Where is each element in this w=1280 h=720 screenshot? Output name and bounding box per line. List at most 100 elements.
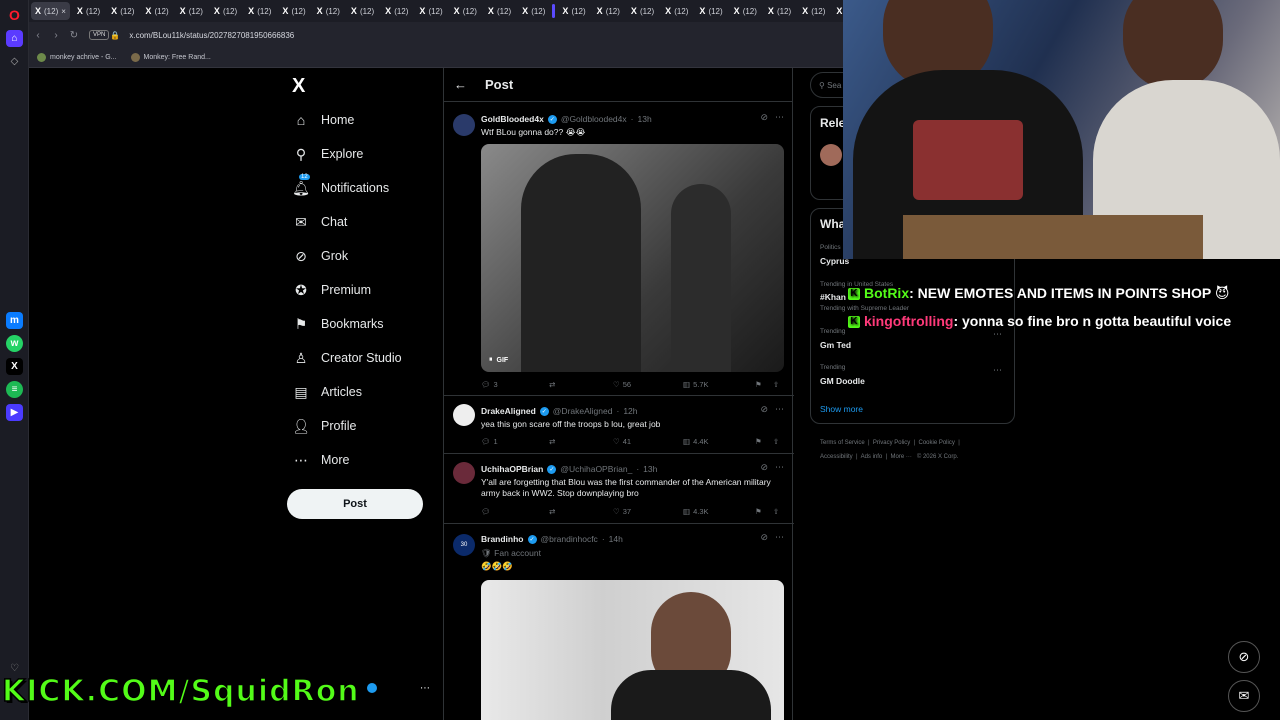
grok-float-button[interactable]: ⊘ [1228,641,1260,673]
like-button[interactable]: ♡ 41 [613,437,683,446]
opera-logo-icon[interactable]: O [6,6,23,23]
browser-tab[interactable]: X(12) [415,2,446,20]
timestamp[interactable]: 12h [623,406,637,416]
grok-icon[interactable]: ⊘ [760,532,768,543]
reply-button[interactable]: 💬︎ 3 [481,380,549,389]
timestamp[interactable]: 14h [609,534,623,544]
browser-tab[interactable]: X(12) [73,2,104,20]
views-button[interactable]: ▥ 4.4K [683,437,755,446]
like-button[interactable]: ♡ 37 [613,507,683,516]
more-icon[interactable]: ⋯ [775,112,784,123]
author-name[interactable]: UchihaOPBrian [481,464,543,474]
nav-grok[interactable]: ⊘ Grok [292,245,348,267]
messages-float-button[interactable]: ✉ [1228,680,1260,712]
author-handle[interactable]: @Goldblooded4x [561,114,627,124]
nav-explore[interactable]: ⚲ Explore [292,143,364,165]
avatar[interactable] [453,404,475,426]
browser-tab[interactable]: X(12) [627,2,658,20]
like-button[interactable]: ♡ 56 [613,380,683,389]
author-handle[interactable]: @DrakeAligned [553,406,613,416]
tweet-gif[interactable]: ⏸ GIF [481,144,784,372]
tweet[interactable]: DrakeAligned ✓ @DrakeAligned · 12h ⊘ ⋯ ye… [444,396,794,454]
browser-tab[interactable]: X(12) [244,2,275,20]
footer-link[interactable]: Privacy Policy [873,440,910,446]
avatar[interactable] [453,462,475,484]
tweet[interactable]: GoldBlooded4x ✓ @Goldblooded4x · 13h ⊘ ⋯ … [444,106,794,396]
share-button[interactable]: ⇧ [773,507,779,516]
footer-link[interactable]: Ads info [861,454,883,460]
more-icon[interactable]: ⋯ [775,404,784,415]
nav-profile[interactable]: 👤︎ Profile [292,415,356,437]
more-icon[interactable]: ⋯ [775,532,784,543]
tweet-video[interactable] [481,580,784,720]
show-more-link[interactable]: Show more [820,404,863,414]
author-handle[interactable]: @UchihaOPBrian_ [560,464,632,474]
whatsapp-icon[interactable]: w [6,335,23,352]
bookmark-button[interactable]: ⚑ [755,380,773,389]
browser-tab[interactable]: X(12) [695,2,726,20]
more-icon[interactable]: ⋯ [775,462,784,473]
author-name[interactable]: GoldBlooded4x [481,114,544,124]
avatar[interactable] [453,114,475,136]
account-menu-icon[interactable]: ⋯ [420,683,430,694]
reply-button[interactable]: 💬︎ 1 [481,437,549,446]
forward-icon[interactable]: › [47,30,65,41]
spotify-icon[interactable]: ≡ [6,381,23,398]
more-icon[interactable]: ⋯ [993,329,1002,340]
repost-button[interactable]: ⇄ [549,437,613,446]
close-tab-icon[interactable]: × [61,7,66,16]
browser-tab[interactable]: X(12) [484,2,515,20]
grok-icon[interactable]: ⊘ [760,112,768,123]
more-icon[interactable]: ⋯ [993,365,1002,376]
post-button[interactable]: Post [287,489,423,519]
browser-tab[interactable]: X(12) [176,2,207,20]
nav-premium[interactable]: ✪ Premium [292,279,371,301]
browser-tab[interactable]: X(12) [661,2,692,20]
bookmark-button[interactable]: ⚑ [755,437,773,446]
footer-link[interactable]: More ··· [891,454,912,460]
back-arrow-icon[interactable]: ← [454,77,467,92]
timestamp[interactable]: 13h [637,114,651,124]
vpn-badge[interactable]: VPN [89,30,110,40]
back-icon[interactable]: ‹ [29,30,47,41]
x-logo-icon[interactable]: X [292,76,312,96]
browser-tab[interactable]: X(12) [593,2,624,20]
trend-item[interactable]: Gm Ted [820,340,851,350]
browser-tab[interactable]: X(12) [210,2,241,20]
grok-icon[interactable]: ⊘ [760,404,768,415]
tweet[interactable]: UchihaOPBrian ✓ @UchihaOPBrian_ · 13h ⊘ ⋯… [444,454,794,524]
messenger-icon[interactable]: m [6,312,23,329]
browser-tab[interactable]: X(12) [107,2,138,20]
browser-tab[interactable]: X(12) [141,2,172,20]
bookmark-item[interactable]: Monkey: Free Rand... [130,53,211,62]
bookmark-item[interactable]: monkey achrive - G... [37,53,117,62]
nav-bookmarks[interactable]: ⚑ Bookmarks [292,313,384,335]
views-button[interactable]: ▥ 5.7K [683,380,755,389]
author-name[interactable]: DrakeAligned [481,406,536,416]
avatar[interactable]: 30 [453,534,475,556]
repost-button[interactable]: ⇄ [549,507,613,516]
author-handle[interactable]: @brandinhocfc [541,534,598,544]
share-button[interactable]: ⇧ [773,380,779,389]
nav-chat[interactable]: ✉ Chat [292,211,347,233]
nav-more[interactable]: ⋯ More [292,449,349,471]
browser-tab[interactable]: X(12) [764,2,795,20]
pinboard-icon[interactable]: ◇ [6,53,23,70]
browser-tab[interactable]: X(12) [347,2,378,20]
nav-creator-studio[interactable]: ♙ Creator Studio [292,347,402,369]
reply-button[interactable]: 💬︎ [481,507,549,516]
home-icon[interactable]: ⌂ [6,30,23,47]
nav-home[interactable]: ⌂ Home [292,109,355,131]
reload-icon[interactable]: ↻ [65,30,83,41]
trend-item[interactable]: #Khan [820,292,846,302]
browser-tab[interactable]: X(12) [278,2,309,20]
grok-icon[interactable]: ⊘ [760,462,768,473]
browser-tab[interactable]: X(12) [313,2,344,20]
x-app-icon[interactable]: X [6,358,23,375]
browser-tab[interactable]: X(12) [730,2,761,20]
footer-link[interactable]: Terms of Service [820,440,865,446]
nav-notifications[interactable]: 🔔︎ 12 Notifications [292,174,389,199]
nav-articles[interactable]: ▤ Articles [292,381,362,403]
browser-tab[interactable]: X(12) [558,2,589,20]
footer-link[interactable]: Cookie Policy [919,440,955,446]
